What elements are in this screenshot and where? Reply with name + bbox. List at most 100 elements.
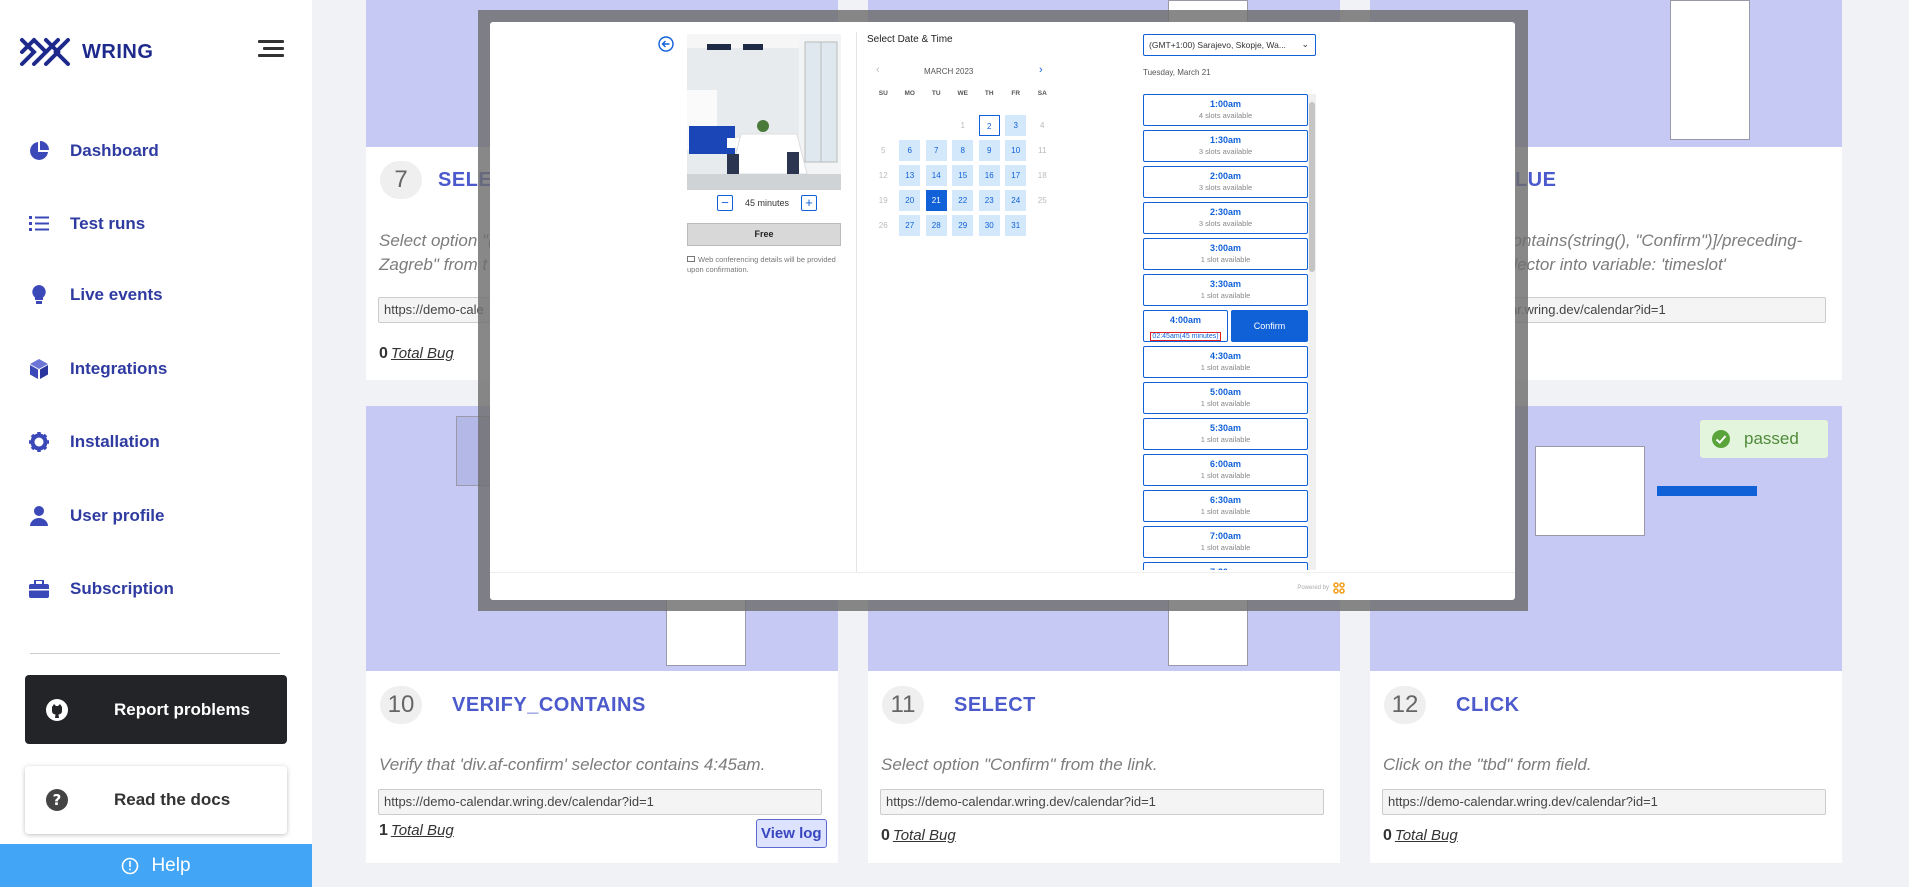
help-button[interactable]: Help xyxy=(0,844,312,887)
calendar-grid: SU MO TU WE TH FR SA 1 2 3 4 5 6 7 8 9 10 11 12 13 14 15 16 17 1… xyxy=(870,88,1056,238)
calendar-day-available[interactable]: 17 xyxy=(1005,165,1027,186)
time-slot[interactable]: 1:00am 4 slots available xyxy=(1143,94,1308,126)
calendar-day-available[interactable]: 23 xyxy=(978,190,1000,211)
column-divider xyxy=(856,32,857,572)
nav-test-runs[interactable]: Test runs xyxy=(28,204,288,244)
calendar-day-available[interactable]: 15 xyxy=(952,165,974,186)
prev-month-icon[interactable]: ‹ xyxy=(876,64,880,76)
step-number-badge: 7 xyxy=(380,161,422,199)
slot-availability: 3 slots available xyxy=(1198,219,1253,228)
timezone-value: (GMT+1:00) Sarajevo, Skopje, Wa... xyxy=(1149,40,1286,50)
time-slot[interactable]: 7:00am 1 slot available xyxy=(1143,526,1308,558)
slot-availability: 1 slot available xyxy=(1200,255,1251,264)
view-log-button[interactable]: View log xyxy=(756,819,827,848)
time-slot[interactable]: 6:30am 1 slot available xyxy=(1143,490,1308,522)
calendar-day-available[interactable]: 9 xyxy=(978,140,1000,161)
report-problems-button[interactable]: Report problems xyxy=(25,675,287,744)
weekday-header: TH xyxy=(984,90,994,97)
calendar-day-selected[interactable]: 21 xyxy=(925,190,947,211)
bug-count-value: 0 xyxy=(881,827,890,844)
weekday-header: TU xyxy=(931,90,941,97)
total-bug-link[interactable]: Total Bug xyxy=(893,827,956,844)
calendar-day-available[interactable]: 20 xyxy=(899,190,921,211)
calendar-day: 12 xyxy=(878,171,888,180)
slot-scrollbar[interactable] xyxy=(1308,94,1316,570)
menu-toggle-icon[interactable] xyxy=(258,40,284,60)
time-slot[interactable]: 7:30am xyxy=(1143,562,1308,570)
time-slot[interactable]: 6:00am 1 slot available xyxy=(1143,454,1308,486)
free-button[interactable]: Free xyxy=(687,223,841,246)
weekday-header: MO xyxy=(904,90,915,97)
calendar-month: MARCH 2023 xyxy=(924,67,974,76)
calendar-day-available[interactable]: 31 xyxy=(1005,215,1027,236)
webconf-text: Web conferencing details will be provide… xyxy=(687,255,836,274)
scrollbar-thumb[interactable] xyxy=(1309,102,1315,272)
mini-slot-list xyxy=(1670,0,1750,140)
calendar-day: 4 xyxy=(1040,121,1045,130)
slot-time: 5:30am xyxy=(1209,423,1242,433)
read-docs-label: Read the docs xyxy=(114,790,231,809)
confirm-button[interactable]: Confirm xyxy=(1231,310,1308,342)
calendar-day-available[interactable]: 7 xyxy=(925,140,947,161)
calendar-day-available[interactable]: 29 xyxy=(952,215,974,236)
timezone-select[interactable]: (GMT+1:00) Sarajevo, Skopje, Wa... ⌄ xyxy=(1143,34,1316,56)
total-bug-link[interactable]: Total Bug xyxy=(391,822,454,839)
slot-range: 02:45am(45 minutes) xyxy=(1150,332,1221,341)
total-bug-link[interactable]: Total Bug xyxy=(391,345,454,362)
help-label: Help xyxy=(151,854,191,876)
calendar-day-available[interactable]: 16 xyxy=(978,165,1000,186)
calendar-day-available[interactable]: 3 xyxy=(1005,115,1027,136)
next-month-icon[interactable]: › xyxy=(1039,64,1043,76)
step-type: CLICK xyxy=(1456,694,1520,716)
duration-label: 45 minutes xyxy=(744,198,790,208)
calendar-day: 19 xyxy=(878,196,888,205)
slot-availability: 1 slot available xyxy=(1200,507,1251,516)
calendar-day-available[interactable]: 30 xyxy=(978,215,1000,236)
nav-subscription[interactable]: Subscription xyxy=(28,569,288,609)
calendar-day-available[interactable]: 13 xyxy=(899,165,921,186)
time-slot[interactable]: 5:00am 1 slot available xyxy=(1143,382,1308,414)
nav-integrations[interactable]: Integrations xyxy=(28,349,288,389)
weekday-header: WE xyxy=(957,90,968,97)
increase-duration-button[interactable]: + xyxy=(801,195,817,211)
calendar-day-available[interactable]: 14 xyxy=(925,165,947,186)
calendar-day xyxy=(1032,215,1053,236)
calendar-day-available[interactable]: 10 xyxy=(1005,140,1027,161)
calendar-day-available[interactable]: 6 xyxy=(899,140,921,161)
time-slot[interactable]: 3:00am 1 slot available xyxy=(1143,238,1308,270)
time-slot[interactable]: 2:00am 3 slots available xyxy=(1143,166,1308,198)
time-slot[interactable]: 3:30am 1 slot available xyxy=(1143,274,1308,306)
slot-time: 3:30am xyxy=(1209,279,1242,289)
calendar-day-available[interactable]: 24 xyxy=(1005,190,1027,211)
time-slot-selected[interactable]: 4:00am 02:45am(45 minutes) xyxy=(1143,310,1228,342)
slot-availability: 1 slot available xyxy=(1200,363,1251,372)
room-photo xyxy=(687,34,841,190)
step-description: contains(string(), "Confirm")]/preceding… xyxy=(1504,231,1803,274)
step-number-badge: 10 xyxy=(380,686,422,724)
read-docs-button[interactable]: ? Read the docs xyxy=(25,766,287,834)
calendar-day-available[interactable]: 27 xyxy=(899,215,921,236)
decrease-duration-button[interactable]: − xyxy=(717,195,733,211)
step-type: SELECT xyxy=(954,694,1036,716)
calendar-day-available[interactable]: 8 xyxy=(952,140,974,161)
time-slot[interactable]: 2:30am 3 slots available xyxy=(1143,202,1308,234)
bug-count: 1 Total Bug xyxy=(379,822,454,840)
calendar-day-today[interactable]: 2 xyxy=(978,115,1000,136)
time-slot[interactable]: 5:30am 1 slot available xyxy=(1143,418,1308,450)
back-arrow-icon[interactable] xyxy=(658,36,674,52)
cube-icon xyxy=(28,358,50,380)
wring-mark-icon xyxy=(1333,582,1345,594)
calendar-day-available[interactable]: 22 xyxy=(952,190,974,211)
time-slot-list: 1:00am 4 slots available 1:30am 3 slots ava… xyxy=(1143,94,1308,570)
time-slot[interactable]: 4:30am 1 slot available xyxy=(1143,346,1308,378)
calendar-day-available[interactable]: 28 xyxy=(925,215,947,236)
total-bug-link[interactable]: Total Bug xyxy=(1395,827,1458,844)
report-problems-label: Report problems xyxy=(114,699,251,719)
nav-installation[interactable]: Installation xyxy=(28,422,288,462)
nav-user-profile[interactable]: User profile xyxy=(28,496,288,536)
time-slot[interactable]: 1:30am 3 slots available xyxy=(1143,130,1308,162)
nav-live-events[interactable]: Live events xyxy=(28,275,288,315)
status-badge-passed: passed xyxy=(1700,420,1828,458)
brand-logo[interactable]: WRING xyxy=(18,32,153,72)
nav-dashboard[interactable]: Dashboard xyxy=(28,131,288,171)
